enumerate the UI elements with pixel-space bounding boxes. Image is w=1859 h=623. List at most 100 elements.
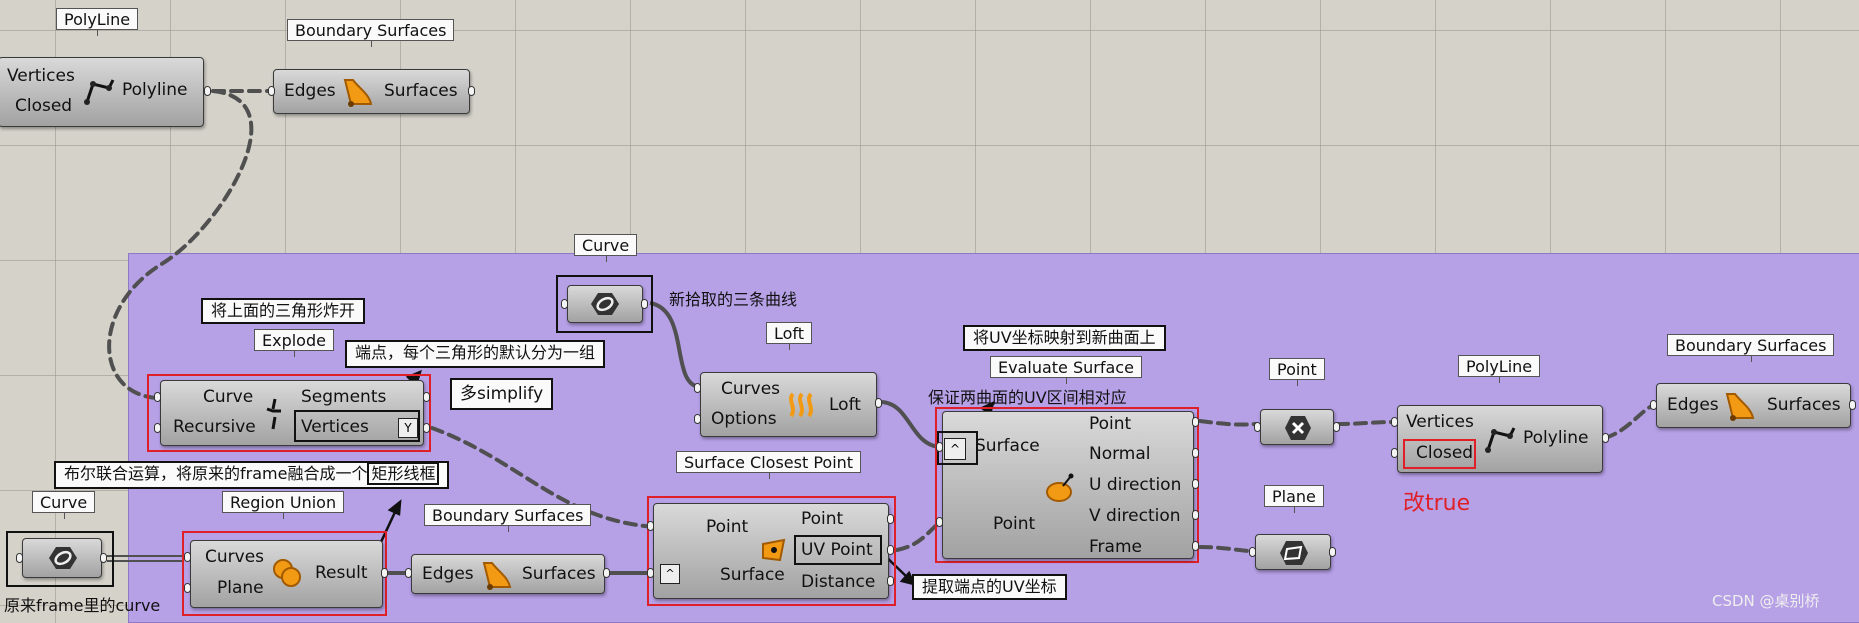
port-closest-out-3[interactable] [887, 576, 894, 586]
input-vertices: Vertices [7, 66, 75, 86]
boolean-union-text: 布尔联合运算，将原来的frame融合成一个 [64, 464, 368, 483]
point-icon [1285, 416, 1311, 440]
tag-loft: Loft [766, 322, 813, 350]
polyline-right-icon [1485, 427, 1516, 453]
tag-boundary-bottom: Boundary Surfaces [424, 504, 592, 532]
output-result: Result [315, 563, 368, 583]
region-union-icon [273, 559, 301, 587]
polyline-icon [84, 79, 115, 105]
port-plane-out[interactable] [1329, 547, 1336, 557]
port-evaluate-in-1[interactable] [936, 442, 943, 452]
port-explode-in-2[interactable] [154, 423, 161, 433]
port-evaluate-out-5[interactable] [1192, 541, 1199, 551]
port-boundary-top-out[interactable] [468, 86, 475, 96]
input-point-closest: Point [706, 517, 749, 537]
annotation-extract-uv: 提取端点的UV坐标 [912, 574, 1067, 600]
output-surfaces: Surfaces [384, 81, 458, 101]
annotation-explode-triangle: 将上面的三角形炸开 [201, 298, 366, 324]
output-surfaces-bottom: Surfaces [522, 564, 596, 584]
curve-left-icon [49, 547, 77, 569]
curve-icon [591, 293, 619, 315]
port-polyline-right-in-2[interactable] [1391, 448, 1398, 458]
region-union-component[interactable]: Curves Plane Result [190, 540, 383, 608]
output-loft: Loft [829, 395, 861, 415]
port-loft-out[interactable] [875, 398, 882, 408]
boundary-surface-right-icon [1725, 393, 1755, 421]
port-boundary-bottom-out[interactable] [603, 568, 610, 578]
port-region-in-1[interactable] [184, 552, 191, 562]
output-normal: Normal [1089, 444, 1151, 464]
port-explode-out-2[interactable] [423, 423, 430, 433]
port-explode-out-1[interactable] [423, 392, 430, 402]
point-component[interactable] [1260, 409, 1334, 445]
port-curve-mid-in[interactable] [561, 299, 568, 309]
input-surface: Surface [975, 436, 1040, 456]
port-curve-left-out[interactable] [100, 553, 107, 563]
port-boundary-top-in[interactable] [268, 86, 275, 96]
reparameterize-closest-icon[interactable]: ^ [660, 564, 680, 584]
plane-icon [1280, 541, 1308, 565]
port-closest-in-2[interactable] [647, 568, 654, 578]
tag-boundary-right: Boundary Surfaces [1667, 334, 1835, 362]
annotation-uv-match: 保证两曲面的UV区间相对应 [928, 388, 1127, 407]
port-evaluate-in-2[interactable] [936, 517, 943, 527]
boundary-bottom-component[interactable]: Edges Surfaces [411, 554, 605, 594]
port-curve-mid-out[interactable] [641, 299, 648, 309]
polyline-top-component[interactable]: Vertices Closed Polyline [0, 57, 204, 127]
tag-plane: Plane [1264, 485, 1324, 513]
port-plane-in[interactable] [1249, 547, 1256, 557]
port-evaluate-out-1[interactable] [1192, 417, 1199, 427]
port-closest-in-1[interactable] [647, 521, 654, 531]
reparameterize-flag-icon[interactable]: ^ [944, 438, 966, 460]
rect-frame-text: 矩形线框 [367, 462, 440, 485]
output-surfaces-right: Surfaces [1767, 395, 1841, 415]
input-curve: Curve [203, 387, 254, 407]
tag-region-union: Region Union [222, 491, 345, 519]
output-segments: Segments [301, 387, 387, 407]
boundary-surface-bottom-icon [482, 562, 512, 590]
port-evaluate-out-2[interactable] [1192, 448, 1199, 458]
watermark: CSDN @桌别桥 [1712, 592, 1820, 610]
tag-evaluate-surface: Evaluate Surface [990, 356, 1142, 384]
vertices-output-highlight [294, 410, 420, 442]
port-curve-left-in[interactable] [16, 553, 23, 563]
input-curves-region: Curves [205, 547, 265, 567]
port-explode-in-1[interactable] [154, 392, 161, 402]
loft-icon [789, 392, 813, 418]
loft-component[interactable]: Curves Options Loft [700, 372, 877, 437]
input-edges-bottom: Edges [422, 564, 474, 584]
output-polyline-right: Polyline [1523, 428, 1589, 448]
port-region-out[interactable] [381, 568, 388, 578]
port-point-out[interactable] [1333, 422, 1340, 432]
evaluate-surface-component[interactable]: Surface Point Point Normal U direction V… [942, 411, 1194, 559]
boundary-right-component[interactable]: Edges Surfaces [1656, 383, 1851, 428]
input-options: Options [711, 409, 777, 429]
port-closest-out-2[interactable] [887, 545, 894, 555]
port-loft-in-1[interactable] [694, 383, 701, 393]
port-boundary-right-in[interactable] [1650, 400, 1657, 410]
port-closest-out-1[interactable] [887, 514, 894, 524]
port-boundary-right-out[interactable] [1849, 400, 1856, 410]
port-evaluate-out-4[interactable] [1192, 510, 1199, 520]
port-polyline-out[interactable] [204, 86, 211, 96]
port-point-in[interactable] [1254, 422, 1261, 432]
boundary-top-component[interactable]: Edges Surfaces [273, 69, 470, 114]
annotation-endpoints-group: 端点，每个三角形的默认分为一组 [345, 340, 606, 368]
port-evaluate-out-3[interactable] [1192, 479, 1199, 489]
curve-left-component[interactable] [22, 538, 102, 578]
port-polyline-right-out[interactable] [1602, 433, 1609, 443]
annotation-set-true: 改true [1403, 491, 1471, 516]
port-boundary-bottom-in[interactable] [405, 568, 412, 578]
annotation-map-uv: 将UV坐标映射到新曲面上 [963, 325, 1166, 351]
annotation-simplify: 多simplify [450, 378, 554, 410]
port-polyline-right-in-1[interactable] [1391, 417, 1398, 427]
input-curves: Curves [721, 379, 781, 399]
port-region-in-2[interactable] [184, 583, 191, 593]
output-point-closest: Point [801, 509, 844, 529]
curve-mid-component[interactable] [567, 285, 643, 323]
explode-icon [266, 398, 281, 430]
closed-input-highlight [1403, 439, 1476, 469]
port-loft-in-2[interactable] [694, 414, 701, 424]
input-plane-region: Plane [217, 578, 264, 598]
plane-component[interactable] [1255, 534, 1331, 570]
